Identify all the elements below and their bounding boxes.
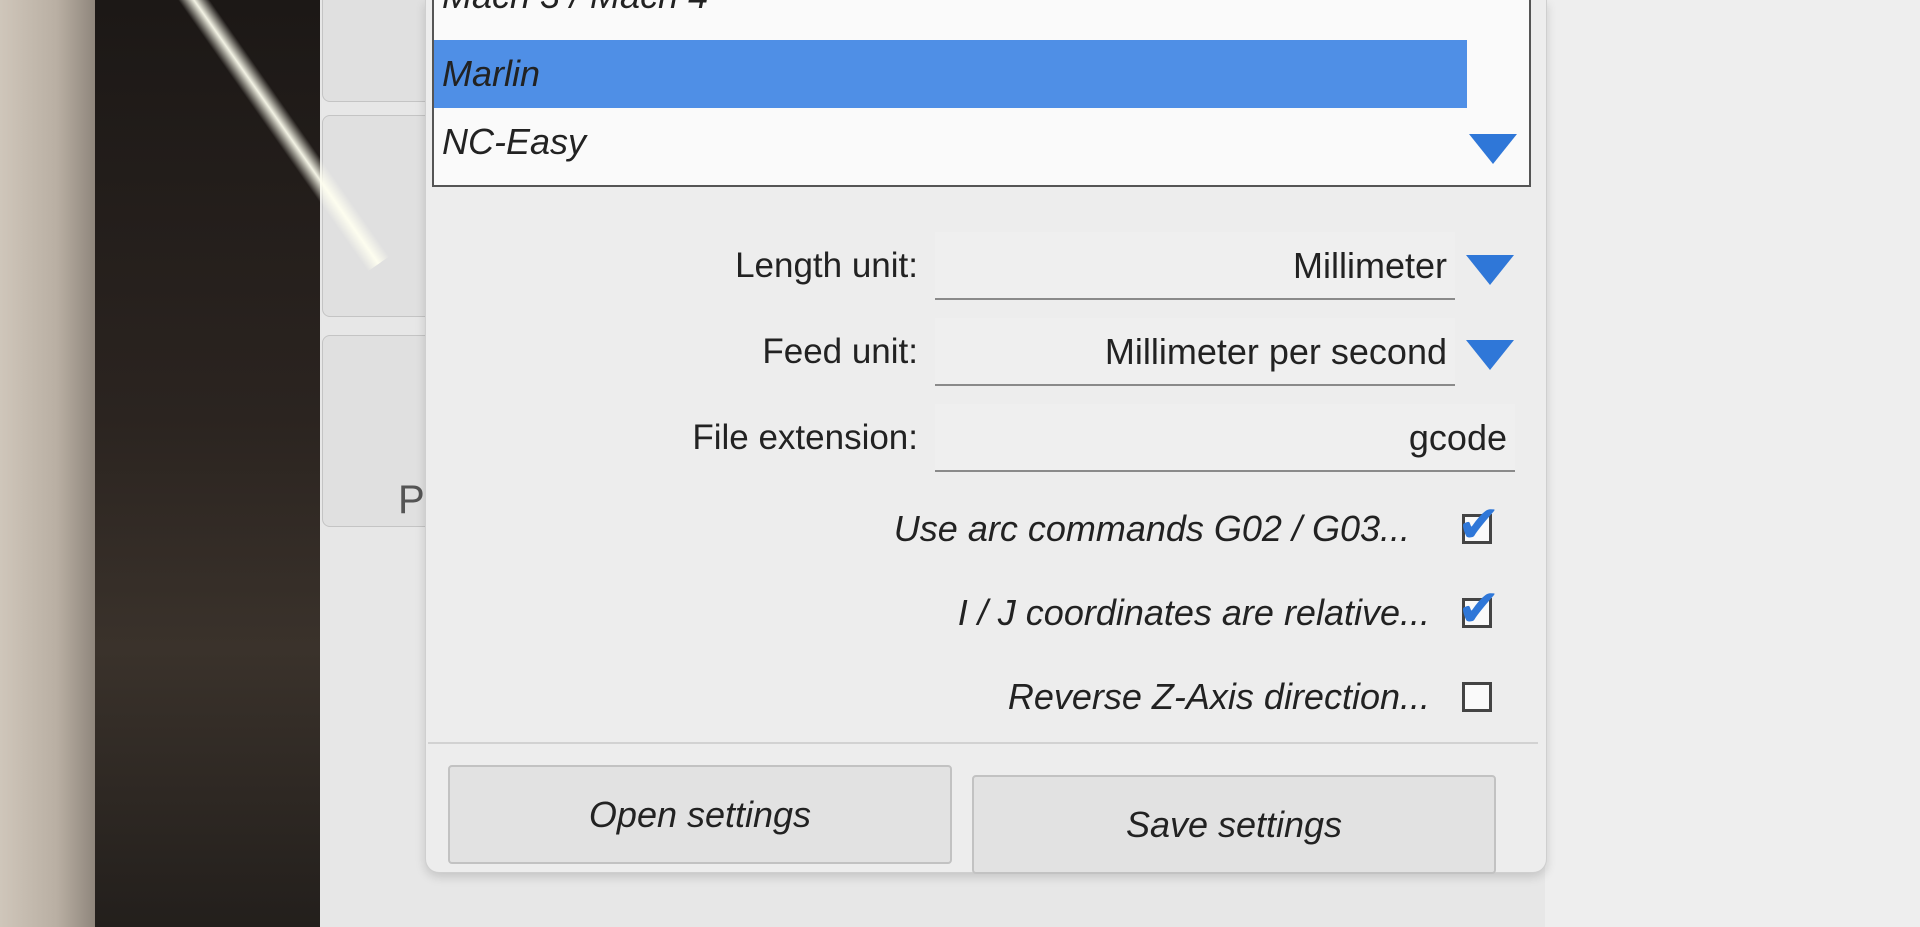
feed-unit-value: Millimeter per second xyxy=(1104,331,1447,372)
list-item[interactable]: Mach 3 / Mach 4 xyxy=(434,0,1467,30)
open-settings-button[interactable]: Open settings xyxy=(448,765,952,864)
checkmark-icon: ✔ xyxy=(1457,496,1501,554)
arc-commands-label: Use arc commands G02 / G03... xyxy=(893,508,1410,549)
file-extension-input[interactable]: gcode xyxy=(935,404,1515,472)
relative-coordinates-checkbox[interactable]: ✔ xyxy=(1457,583,1501,635)
length-unit-select[interactable]: Millimeter xyxy=(935,232,1455,300)
feed-unit-select[interactable]: Millimeter per second xyxy=(935,318,1455,386)
triangle-down-icon[interactable] xyxy=(1469,134,1517,164)
divider xyxy=(428,742,1538,744)
length-unit-value: Millimeter xyxy=(1292,245,1447,286)
monitor-bezel xyxy=(0,0,95,927)
feed-unit-label: Feed unit: xyxy=(762,332,918,371)
post-processor-list[interactable]: Mach 3 / Mach 4 Marlin NC-Easy xyxy=(432,0,1531,187)
relative-coordinates-label: I / J coordinates are relative... xyxy=(957,592,1430,633)
save-settings-button[interactable]: Save settings xyxy=(972,775,1496,874)
length-unit-label: Length unit: xyxy=(735,246,918,285)
arc-commands-checkbox[interactable]: ✔ xyxy=(1457,499,1501,551)
file-extension-label: File extension: xyxy=(692,418,918,457)
checkmark-icon: ✔ xyxy=(1457,580,1501,638)
list-item[interactable]: NC-Easy xyxy=(434,108,1467,176)
background-side-text: P xyxy=(398,478,425,522)
chevron-down-icon[interactable] xyxy=(1466,255,1514,285)
list-item-selected[interactable]: Marlin xyxy=(434,40,1467,108)
reverse-z-axis-checkbox[interactable] xyxy=(1462,682,1492,712)
chevron-down-icon[interactable] xyxy=(1466,340,1514,370)
reverse-z-axis-label: Reverse Z-Axis direction... xyxy=(1007,676,1430,717)
file-extension-value: gcode xyxy=(1408,417,1507,458)
background-right-panel xyxy=(1545,0,1920,927)
